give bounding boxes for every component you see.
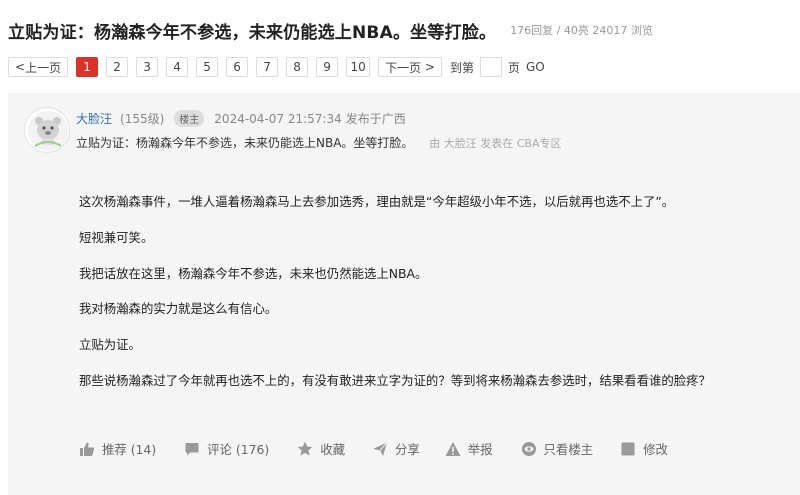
only-op-label: 只看楼主 <box>543 442 594 457</box>
share-button[interactable]: 分享 <box>372 440 420 458</box>
post-subtitle-row: 立贴为证：杨瀚森今年不参选，未来仍能选上NBA。坐等打脸。 由 大脸汪 发表在 … <box>76 134 562 151</box>
eye-icon <box>521 442 536 456</box>
comment-button[interactable]: 评论 (176) <box>184 440 269 458</box>
post-location: 发布于广西 <box>345 112 406 126</box>
prev-page-button[interactable]: < 上一页 <box>8 57 69 77</box>
post-card: 大脸汪 (155级) 楼主 2024-04-07 21:57:34 发布于广西 … <box>8 93 800 495</box>
edit-label: 修改 <box>643 442 668 457</box>
page-button-10[interactable]: 10 <box>346 57 371 77</box>
thumb-up-icon <box>80 442 95 456</box>
username-link[interactable]: 大脸汪 <box>76 110 112 127</box>
prev-page-label: 上一页 <box>25 60 62 75</box>
page-button-5[interactable]: 5 <box>196 57 219 77</box>
goto-page-input[interactable] <box>479 57 502 77</box>
comment-icon <box>185 443 199 456</box>
user-level: (155级) <box>120 112 165 126</box>
page-button-1[interactable]: 1 <box>76 57 99 77</box>
page-button-6[interactable]: 6 <box>226 57 249 77</box>
report-button[interactable]: 举报 <box>445 440 493 458</box>
edit-icon <box>621 442 635 456</box>
page-button-8[interactable]: 8 <box>286 57 309 77</box>
page-button-2[interactable]: 2 <box>106 57 129 77</box>
post-paragraph: 我把话放在这里，杨瀚森今年不参选，未来也仍然能选上NBA。 <box>79 265 428 281</box>
go-button[interactable]: GO <box>526 57 545 77</box>
post-paragraph: 立贴为证。 <box>79 337 141 353</box>
post-meta: 大脸汪 (155级) 楼主 2024-04-07 21:57:34 发布于广西 <box>76 110 406 127</box>
page-button-3[interactable]: 3 <box>136 57 159 77</box>
goto-label: 到第 <box>449 60 474 75</box>
page-button-9[interactable]: 9 <box>316 57 339 77</box>
post-paragraph: 这次杨瀚森事件，一堆人逼着杨瀚森马上去参加选秀，理由就是“今年超级小年不选，以后… <box>79 194 675 209</box>
avatar[interactable] <box>24 107 70 153</box>
post-paragraph: 那些说杨瀚森过了今年就再也选不上的，有没有敢进来立字为证的？等到将来杨瀚森去参选… <box>79 372 711 388</box>
report-label: 举报 <box>467 442 493 457</box>
next-page-button[interactable]: 下一页 > <box>378 57 442 77</box>
favorite-button[interactable]: 收藏 <box>297 440 345 458</box>
post-timestamp: 2024-04-07 21:57:34 <box>214 111 342 126</box>
share-label: 分享 <box>394 442 420 457</box>
next-page-label: 下一页 <box>385 60 422 75</box>
recommend-button[interactable]: 推荐 (14) <box>79 440 156 458</box>
thread-stats: 176回复 / 40亮 24017 浏览 <box>510 24 653 37</box>
post-paragraph: 短视兼可笑。 <box>79 229 154 245</box>
page-button-4[interactable]: 4 <box>166 57 189 77</box>
post-subtitle: 立贴为证：杨瀚森今年不参选，未来仍能选上NBA。坐等打脸。 <box>76 136 414 150</box>
page-button-7[interactable]: 7 <box>256 57 279 77</box>
post-body: 这次杨瀚森事件，一堆人逼着杨瀚森马上去参加选秀，理由就是“今年超级小年不选，以后… <box>79 194 779 409</box>
pagination: < 上一页 1 2 3 4 5 6 7 8 9 10 下一页 > 到第 页 GO <box>8 57 545 77</box>
only-op-button[interactable]: 只看楼主 <box>521 440 594 458</box>
recommend-label: 推荐 (14) <box>102 442 157 457</box>
post-actions: 推荐 (14) 评论 (176) 收藏 分享 举报 只看楼主 修改 <box>79 439 668 459</box>
warning-icon <box>445 442 461 456</box>
page-unit-label: 页 <box>507 60 520 75</box>
post-paragraph: 我对杨瀚森的实力就是这么有信心。 <box>79 301 278 317</box>
favorite-label: 收藏 <box>320 442 345 457</box>
thread-header: 立贴为证：杨瀚森今年不参选，未来仍能选上NBA。坐等打脸。 176回复 / 40… <box>8 12 653 48</box>
edit-button[interactable]: 修改 <box>620 440 668 458</box>
thread-title: 立贴为证：杨瀚森今年不参选，未来仍能选上NBA。坐等打脸。 <box>8 22 497 43</box>
star-icon <box>297 441 313 456</box>
post-byline: 由 大脸汪 发表在 CBA专区 <box>429 137 562 150</box>
op-badge: 楼主 <box>174 110 205 127</box>
comment-label: 评论 (176) <box>207 442 270 457</box>
share-icon <box>372 442 388 456</box>
